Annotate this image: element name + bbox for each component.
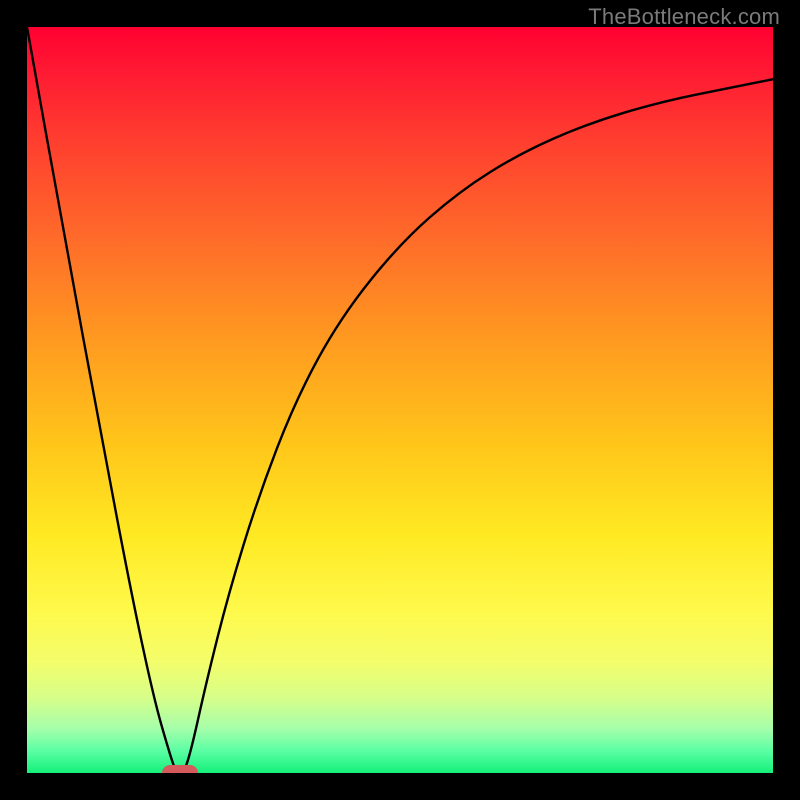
- plot-area: [27, 27, 773, 773]
- optimal-marker: [162, 765, 198, 773]
- bottleneck-curve: [27, 27, 773, 773]
- chart-frame: TheBottleneck.com: [0, 0, 800, 800]
- curve-svg: [27, 27, 773, 773]
- watermark-text: TheBottleneck.com: [588, 4, 780, 30]
